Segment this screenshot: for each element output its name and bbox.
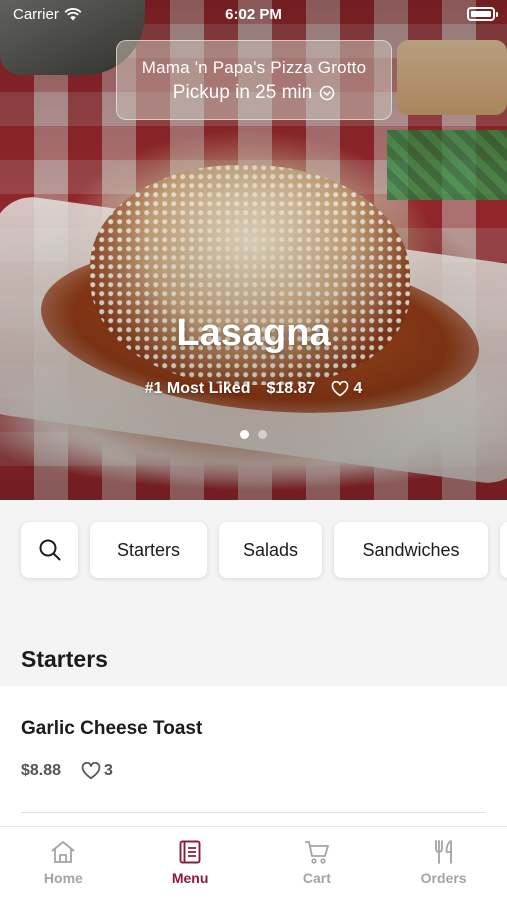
- tab-menu-label: Menu: [171, 870, 209, 886]
- featured-badge: #1 Most Liked: [144, 380, 251, 397]
- tab-orders-label: Orders: [420, 870, 467, 886]
- category-chip-more[interactable]: [500, 522, 507, 578]
- utensils-icon: [434, 840, 452, 864]
- search-icon: [39, 539, 60, 561]
- divider: [21, 812, 486, 813]
- featured-price: $18.87: [266, 380, 316, 397]
- category-chip-sandwiches[interactable]: Sandwiches: [334, 522, 488, 578]
- pickup-label: Pickup in 25 min: [172, 82, 313, 103]
- menu-item-price: $8.88: [21, 762, 62, 779]
- cart-icon: [304, 841, 329, 864]
- heart-icon: [81, 762, 101, 780]
- category-chip-starters[interactable]: Starters: [90, 522, 207, 578]
- menu-item-meta: $8.88 3: [21, 762, 113, 780]
- battery-icon: [467, 7, 498, 21]
- menu-item[interactable]: Garlic Cheese Toast $8.88 3: [0, 686, 507, 826]
- carousel-page-indicator[interactable]: [0, 430, 507, 439]
- home-icon: [51, 841, 75, 863]
- tab-bar[interactable]: Home Menu Cart Orders: [0, 826, 507, 900]
- menu-book-icon: [179, 840, 201, 864]
- heart-icon: [332, 381, 349, 397]
- category-bar[interactable]: Starters Salads Sandwiches: [0, 500, 507, 600]
- featured-item-meta: #1 Most Liked $18.87 4: [0, 380, 507, 398]
- tab-home-label: Home: [43, 870, 83, 886]
- featured-likes-count: 4: [353, 380, 363, 397]
- restaurant-name: Mama 'n Papa's Pizza Grotto: [141, 58, 367, 77]
- chevron-down-circle-icon: [319, 85, 335, 101]
- section-title: Starters: [21, 646, 108, 672]
- featured-likes: 4: [331, 380, 362, 398]
- pickup-selector[interactable]: Pickup in 25 min: [117, 82, 391, 104]
- category-chip-salads[interactable]: Salads: [219, 522, 322, 578]
- tab-cart-label: Cart: [302, 870, 331, 886]
- carousel-dot-1[interactable]: [240, 430, 249, 439]
- status-bar: Carrier 6:02 PM: [0, 0, 507, 30]
- menu-item-name: Garlic Cheese Toast: [21, 718, 203, 739]
- featured-item-title[interactable]: Lasagna: [0, 312, 507, 355]
- status-time: 6:02 PM: [225, 6, 282, 23]
- tab-home[interactable]: Home: [0, 827, 127, 900]
- tab-cart[interactable]: Cart: [254, 827, 381, 900]
- tab-orders[interactable]: Orders: [380, 827, 507, 900]
- search-button[interactable]: [21, 522, 78, 578]
- menu-item-likes[interactable]: 3: [81, 762, 113, 780]
- restaurant-pickup-card[interactable]: Mama 'n Papa's Pizza Grotto Pickup in 25…: [116, 40, 392, 120]
- carousel-dot-2[interactable]: [258, 430, 267, 439]
- menu-item-likes-count: 3: [104, 762, 113, 779]
- tab-menu[interactable]: Menu: [127, 827, 254, 900]
